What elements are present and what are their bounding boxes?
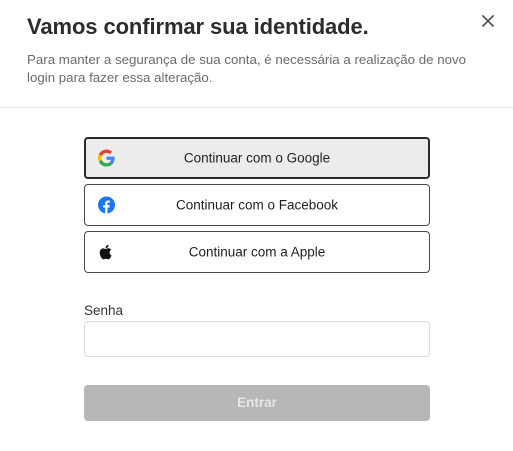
password-input[interactable]	[84, 321, 430, 357]
close-icon	[482, 15, 494, 27]
dialog-header: Vamos confirmar sua identidade. Para man…	[0, 0, 513, 108]
continue-with-facebook-button[interactable]: Continuar com o Facebook	[84, 184, 430, 226]
identity-confirmation-dialog: Vamos confirmar sua identidade. Para man…	[0, 0, 513, 451]
dialog-subtitle: Para manter a segurança de sua conta, é …	[27, 52, 467, 85]
close-button[interactable]	[478, 11, 498, 31]
continue-with-google-button[interactable]: Continuar com o Google	[84, 137, 430, 179]
password-label: Senha	[84, 303, 124, 318]
continue-with-apple-button[interactable]: Continuar com a Apple	[84, 231, 430, 273]
apple-button-label: Continuar com a Apple	[188, 244, 326, 260]
dialog-title: Vamos confirmar sua identidade.	[27, 14, 369, 39]
google-button-label: Continuar com o Google	[183, 150, 331, 166]
facebook-button-label: Continuar com o Facebook	[175, 197, 339, 213]
submit-button[interactable]: Entrar	[84, 385, 430, 421]
